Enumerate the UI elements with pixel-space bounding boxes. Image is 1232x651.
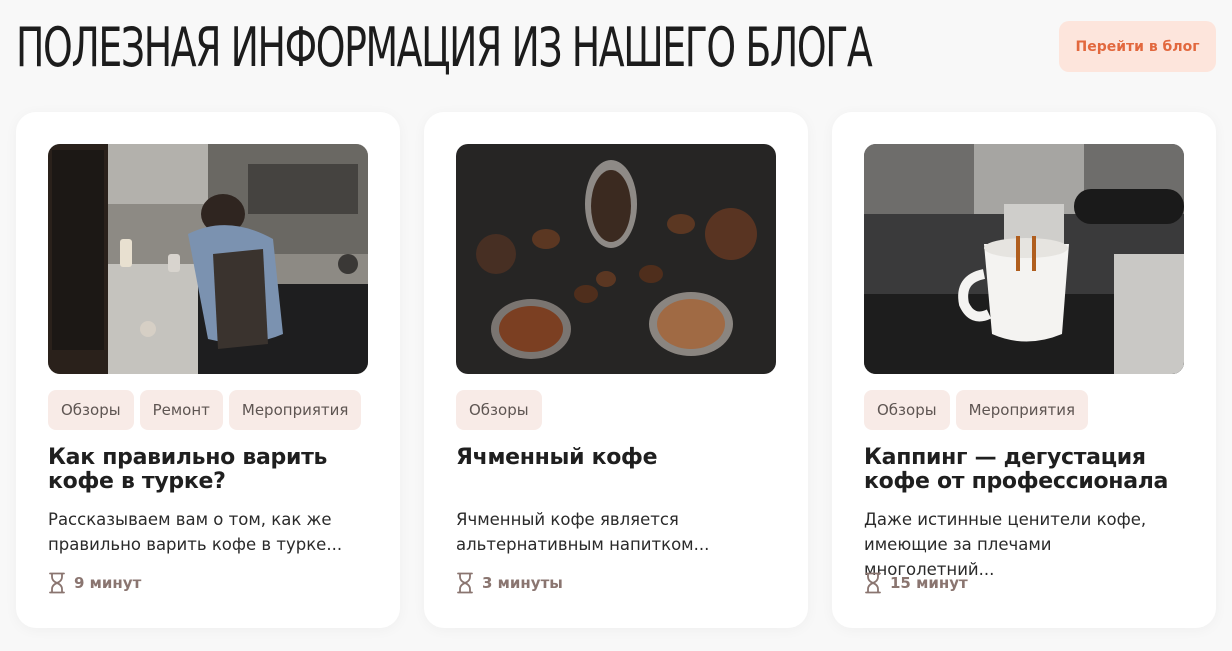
tag[interactable]: Мероприятия bbox=[228, 390, 362, 430]
tag[interactable]: Обзоры bbox=[48, 390, 134, 430]
hourglass-icon bbox=[865, 572, 881, 594]
section-title: Полезная информация из нашего блога bbox=[16, 16, 873, 79]
card-title[interactable]: Каппинг — дегустация кофе от профессиона… bbox=[864, 446, 1184, 494]
tag[interactable]: Обзоры bbox=[456, 390, 542, 430]
tag-list: Обзоры Мероприятия bbox=[864, 390, 1089, 430]
tag[interactable]: Мероприятия bbox=[955, 390, 1089, 430]
card-image-coffee-beans[interactable] bbox=[456, 144, 776, 374]
read-time: 9 минут bbox=[48, 572, 141, 594]
tag-list: Обзоры Ремонт Мероприятия bbox=[48, 390, 362, 430]
card-excerpt: Ячменный кофе является альтернативным на… bbox=[456, 510, 710, 554]
hourglass-icon bbox=[49, 572, 65, 594]
card-image-barista[interactable] bbox=[48, 144, 368, 374]
go-to-blog-button[interactable]: Перейти в блог bbox=[1059, 21, 1216, 72]
card-image-espresso-machine[interactable] bbox=[864, 144, 1184, 374]
read-time: 15 минут bbox=[864, 572, 968, 594]
read-time-label: 9 минут bbox=[74, 574, 142, 592]
read-time-label: 15 минут bbox=[890, 574, 968, 592]
blog-card[interactable]: Обзоры Ремонт Мероприятия Как правильно … bbox=[16, 112, 400, 628]
hourglass-icon bbox=[457, 572, 473, 594]
card-title[interactable]: Ячменный кофе bbox=[456, 446, 776, 470]
card-excerpt: Даже истинные ценители кофе, имеющие за … bbox=[864, 510, 1147, 579]
tag-list: Обзоры bbox=[456, 390, 542, 430]
blog-card[interactable]: Обзоры Мероприятия Каппинг — дегустация … bbox=[832, 112, 1216, 628]
blog-card[interactable]: Обзоры Ячменный кофе Ячменный кофе являе… bbox=[424, 112, 808, 628]
tag[interactable]: Обзоры bbox=[864, 390, 950, 430]
read-time-label: 3 минуты bbox=[482, 574, 563, 592]
tag[interactable]: Ремонт bbox=[139, 390, 223, 430]
read-time: 3 минуты bbox=[456, 572, 563, 594]
card-title[interactable]: Как правильно варить кофе в турке? bbox=[48, 446, 368, 494]
card-excerpt: Рассказываем вам о том, как же правильно… bbox=[48, 510, 343, 554]
